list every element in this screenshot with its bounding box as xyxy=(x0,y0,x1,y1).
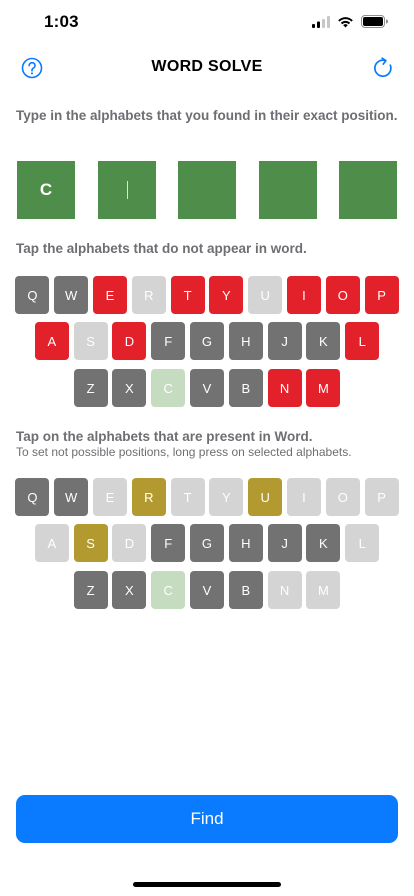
absent-key-o[interactable]: O xyxy=(325,276,360,314)
letter-slot-5[interactable] xyxy=(339,161,397,219)
absent-key-d[interactable]: D xyxy=(112,322,147,360)
signal-icon xyxy=(312,15,330,33)
present-key-p[interactable]: P xyxy=(364,478,399,516)
absent-key-k[interactable]: K xyxy=(306,322,341,360)
absent-key-a[interactable]: A xyxy=(34,322,69,360)
status-time: 1:03 xyxy=(44,12,79,31)
present-key-g[interactable]: G xyxy=(189,524,224,562)
absent-key-l[interactable]: L xyxy=(345,322,380,360)
battery-icon xyxy=(361,15,388,33)
text-cursor xyxy=(126,181,128,199)
present-key-r[interactable]: R xyxy=(131,478,166,516)
present-key-z[interactable]: Z xyxy=(73,571,108,609)
absent-key-t[interactable]: T xyxy=(170,276,205,314)
absent-key-c[interactable]: C xyxy=(151,369,186,407)
present-key-w[interactable]: W xyxy=(54,478,89,516)
absent-key-s[interactable]: S xyxy=(73,322,108,360)
refresh-icon xyxy=(374,57,392,77)
present-row-1: QWERTYUIOP xyxy=(15,478,399,516)
absent-key-m[interactable]: M xyxy=(306,369,341,407)
absent-key-q[interactable]: Q xyxy=(15,276,50,314)
letter-slot-4[interactable] xyxy=(259,161,317,219)
absent-instruction: Tap the alphabets that do not appear in … xyxy=(16,241,307,256)
position-instruction: Type in the alphabets that you found in … xyxy=(16,108,398,123)
present-key-k[interactable]: K xyxy=(306,524,341,562)
present-key-e[interactable]: E xyxy=(92,478,127,516)
present-key-b[interactable]: B xyxy=(228,571,263,609)
present-key-j[interactable]: J xyxy=(267,524,302,562)
absent-key-f[interactable]: F xyxy=(151,322,186,360)
absent-key-v[interactable]: V xyxy=(189,369,224,407)
refresh-button[interactable] xyxy=(369,54,397,82)
present-row-3: ZXCVBNM xyxy=(73,571,341,609)
present-key-x[interactable]: X xyxy=(112,571,147,609)
letter-slots: C xyxy=(17,161,397,219)
absent-key-y[interactable]: Y xyxy=(209,276,244,314)
nav-bar: WORD SOLVE xyxy=(0,48,414,88)
present-key-v[interactable]: V xyxy=(189,571,224,609)
letter-slot-2[interactable] xyxy=(98,161,156,219)
absent-key-x[interactable]: X xyxy=(112,369,147,407)
present-sub-instruction: To set not possible positions, long pres… xyxy=(16,445,352,459)
absent-key-i[interactable]: I xyxy=(286,276,321,314)
letter-slot-3[interactable] xyxy=(178,161,236,219)
letter-slot-1[interactable]: C xyxy=(17,161,75,219)
present-key-n[interactable]: N xyxy=(267,571,302,609)
present-key-y[interactable]: Y xyxy=(209,478,244,516)
find-button-label: Find xyxy=(190,809,224,828)
absent-row-3: ZXCVBNM xyxy=(73,369,341,407)
wifi-icon xyxy=(337,15,354,33)
status-bar: 1:03 xyxy=(0,0,414,46)
present-key-l[interactable]: L xyxy=(345,524,380,562)
absent-key-w[interactable]: W xyxy=(54,276,89,314)
present-key-h[interactable]: H xyxy=(228,524,263,562)
present-key-a[interactable]: A xyxy=(34,524,69,562)
absent-key-e[interactable]: E xyxy=(92,276,127,314)
present-key-i[interactable]: I xyxy=(286,478,321,516)
page-title: WORD SOLVE xyxy=(151,58,263,75)
absent-key-g[interactable]: G xyxy=(189,322,224,360)
status-icons xyxy=(312,15,388,33)
present-key-u[interactable]: U xyxy=(248,478,283,516)
find-button[interactable]: Find xyxy=(16,795,398,843)
present-key-o[interactable]: O xyxy=(325,478,360,516)
absent-key-n[interactable]: N xyxy=(267,369,302,407)
present-key-s[interactable]: S xyxy=(73,524,108,562)
letter-slot-value: C xyxy=(39,180,53,199)
present-instruction: Tap on the alphabets that are present in… xyxy=(16,429,313,444)
home-indicator xyxy=(133,882,281,887)
absent-key-z[interactable]: Z xyxy=(73,369,108,407)
present-key-c[interactable]: C xyxy=(151,571,186,609)
present-key-f[interactable]: F xyxy=(151,524,186,562)
present-key-m[interactable]: M xyxy=(306,571,341,609)
present-key-d[interactable]: D xyxy=(112,524,147,562)
present-key-t[interactable]: T xyxy=(170,478,205,516)
absent-key-r[interactable]: R xyxy=(131,276,166,314)
present-key-q[interactable]: Q xyxy=(15,478,50,516)
absent-key-h[interactable]: H xyxy=(228,322,263,360)
absent-key-p[interactable]: P xyxy=(364,276,399,314)
absent-key-u[interactable]: U xyxy=(248,276,283,314)
present-row-2: ASDFGHJKL xyxy=(34,524,380,562)
absent-key-b[interactable]: B xyxy=(228,369,263,407)
absent-row-1: QWERTYUIOP xyxy=(15,276,399,314)
absent-key-j[interactable]: J xyxy=(267,322,302,360)
absent-row-2: ASDFGHJKL xyxy=(34,322,380,360)
